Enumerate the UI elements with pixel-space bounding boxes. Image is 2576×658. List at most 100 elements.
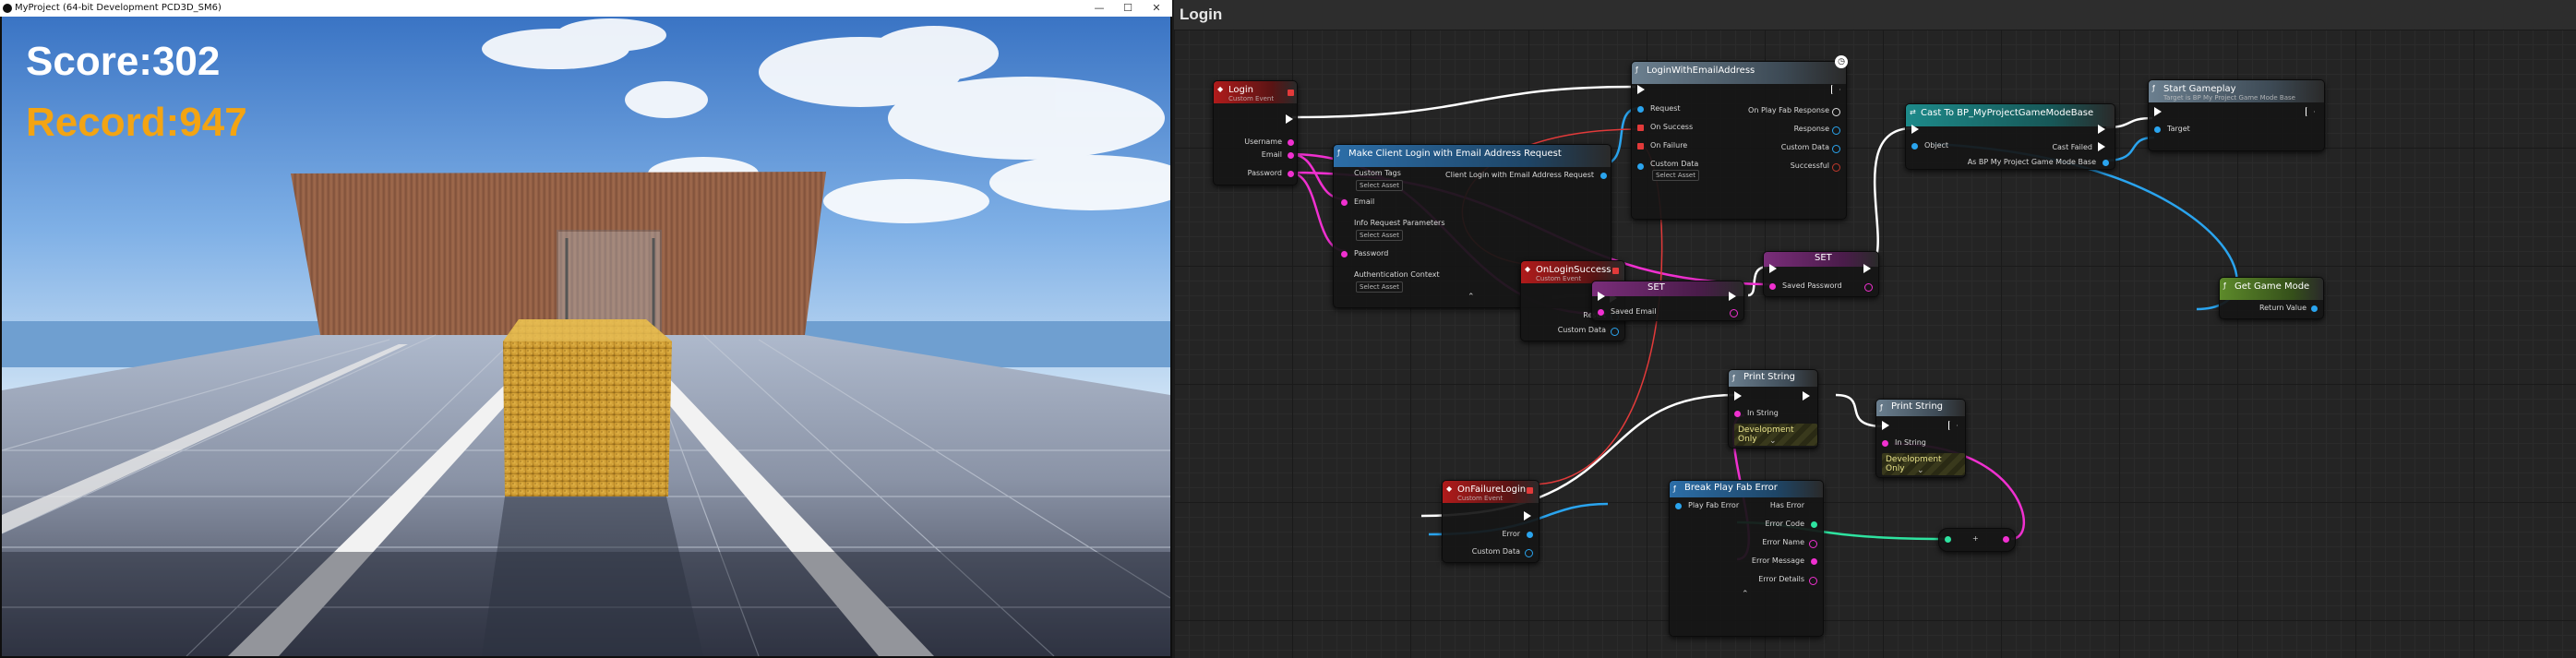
exec-out-pin[interactable] [1729,292,1736,301]
collapse-chevron-icon[interactable]: ⌃ [1742,590,1749,599]
pin-response[interactable] [1832,126,1840,135]
graph-wires [1288,85,2238,561]
pin-string-out[interactable] [2003,536,2009,543]
exec-out-pin[interactable] [1524,511,1531,520]
pin-request[interactable] [1637,106,1644,113]
node-set-password[interactable]: SET Saved Password [1763,251,1879,297]
pin-in-string[interactable] [1882,440,1888,447]
pin-target[interactable] [2154,126,2161,133]
node-print-string-2[interactable]: ƒ Print String In String Development Onl… [1875,399,1966,478]
pin-response-delegate[interactable] [1832,108,1840,116]
node-append[interactable]: + [1938,528,2016,552]
exec-in-pin[interactable] [1637,85,1645,94]
pin-username[interactable] [1288,139,1294,146]
pin-in-string[interactable] [1734,411,1741,417]
pin-label: In String [1747,409,1779,417]
node-header: SET [1592,281,1743,296]
node-subtitle: Custom Event [1228,95,1275,102]
pin-successful[interactable] [1832,163,1840,172]
pin-error-code[interactable] [1811,521,1817,528]
pin-error-name[interactable] [1809,540,1817,548]
exec-in-pin[interactable] [1769,264,1777,273]
collapse-chevron-icon[interactable]: ⌃ [1468,293,1475,302]
exec-in-pin[interactable] [1882,421,1889,430]
pin-password[interactable] [1288,171,1294,177]
pin-label: Error Details [1758,575,1804,583]
exec-out-pin[interactable] [1831,85,1840,94]
graph-tab-bar: Login [1174,0,2576,30]
pin-custom-data[interactable] [1637,163,1644,170]
window-titlebar[interactable]: MyProject (64-bit Development PCD3D_SM6)… [0,0,1172,17]
pin-error-message[interactable] [1811,558,1817,565]
pin-label: As BP My Project Game Mode Base [1967,158,2096,166]
pin-label: Custom Data [1780,143,1829,151]
exec-in-pin[interactable] [2154,107,2162,116]
pin-on-failure[interactable] [1637,143,1644,150]
exec-out-pin[interactable] [2306,107,2315,116]
node-title: SET [1647,282,1665,293]
expand-chevron-icon[interactable]: ⌄ [1769,437,1777,446]
pin-label: Email [1354,197,1375,206]
exec-out-pin[interactable] [1863,264,1871,273]
node-get-game-mode[interactable]: ƒ Get Game Mode Return Value [2219,277,2324,319]
exec-in-pin[interactable] [1598,292,1605,301]
node-start-gameplay[interactable]: ƒ Start Gameplay Target is BP My Project… [2148,79,2325,151]
node-print-string-1[interactable]: ƒ Print String In String Development Onl… [1728,369,1818,449]
node-cast[interactable]: ⇄ Cast To BP_MyProjectGameModeBase Objec… [1905,103,2115,170]
select-asset-dropdown[interactable]: Select Asset [1356,281,1403,293]
node-login-with-email[interactable]: ƒ LoginWithEmailAddress Request On Succe… [1631,61,1847,220]
pin-label: Username [1244,138,1282,146]
pin-label: Info Request Parameters [1354,219,1445,227]
expand-chevron-icon[interactable]: ⌄ [1917,466,1924,475]
player-cube [503,319,672,496]
select-asset-dropdown[interactable]: Select Asset [1356,180,1403,191]
pin-return-value[interactable] [2311,305,2318,312]
graph-title[interactable]: Login [1180,6,1222,24]
pin-custom-data[interactable] [1525,549,1533,557]
pin-play-fab-error[interactable] [1675,503,1682,509]
pin-saved-email[interactable] [1598,309,1604,316]
pin-saved-email-out[interactable] [1730,309,1738,317]
function-icon: ƒ [2223,281,2226,290]
node-title: Make Client Login with Email Address Req… [1348,149,1562,159]
pin-error[interactable] [1527,532,1533,538]
node-on-failure-login[interactable]: ◆ OnFailureLogin Custom Event Error Cust… [1442,480,1540,563]
pin-label: Response [1793,125,1829,133]
pin-error-details[interactable] [1809,577,1817,585]
delegate-pin[interactable] [1612,268,1619,274]
cast-failed-pin[interactable] [2098,142,2105,151]
pin-password[interactable] [1341,251,1348,257]
exec-out-pin[interactable] [1286,114,1293,124]
exec-out-pin[interactable] [2098,125,2105,134]
pin-object[interactable] [1911,143,1918,150]
node-title: Print String [1743,372,1796,382]
select-asset-dropdown[interactable]: Select Asset [1652,170,1699,181]
node-break-error[interactable]: ƒ Break Play Fab Error Play Fab Error Ha… [1669,480,1824,637]
event-graph[interactable]: ◆ Login Custom Event Username Email Pass… [1174,30,2576,658]
delegate-pin[interactable] [1527,487,1533,494]
close-button[interactable]: ✕ [1135,0,1178,17]
pin-as-gamemode[interactable] [2103,160,2109,166]
game-viewport[interactable]: Score:302 Record:947 [2,17,1170,656]
exec-out-pin[interactable] [1948,421,1958,430]
pin-request-out[interactable] [1600,173,1607,179]
node-set-email[interactable]: SET Saved Email [1591,281,1744,321]
node-login-event[interactable]: ◆ Login Custom Event Username Email Pass… [1213,80,1298,185]
delegate-pin[interactable] [1288,90,1294,96]
blueprint-editor: Login ◆ Login Custom Event Username Emai… [1174,0,2576,658]
pin-custom-data[interactable] [1611,328,1619,336]
pin-custom-data-out[interactable] [1832,145,1840,153]
select-asset-dropdown[interactable]: Select Asset [1356,230,1403,241]
pin-int-in[interactable] [1945,536,1951,543]
exec-in-pin[interactable] [1911,125,1919,134]
pin-saved-password[interactable] [1769,283,1776,290]
pin-label: Return Value [2258,304,2306,312]
pin-email[interactable] [1341,199,1348,206]
node-title: Login [1228,85,1253,95]
pin-label: Object [1924,141,1949,150]
exec-out-pin[interactable] [1803,391,1810,401]
pin-email[interactable] [1288,152,1294,159]
pin-saved-password-out[interactable] [1864,283,1873,292]
exec-in-pin[interactable] [1734,391,1742,401]
pin-on-success[interactable] [1637,125,1644,131]
